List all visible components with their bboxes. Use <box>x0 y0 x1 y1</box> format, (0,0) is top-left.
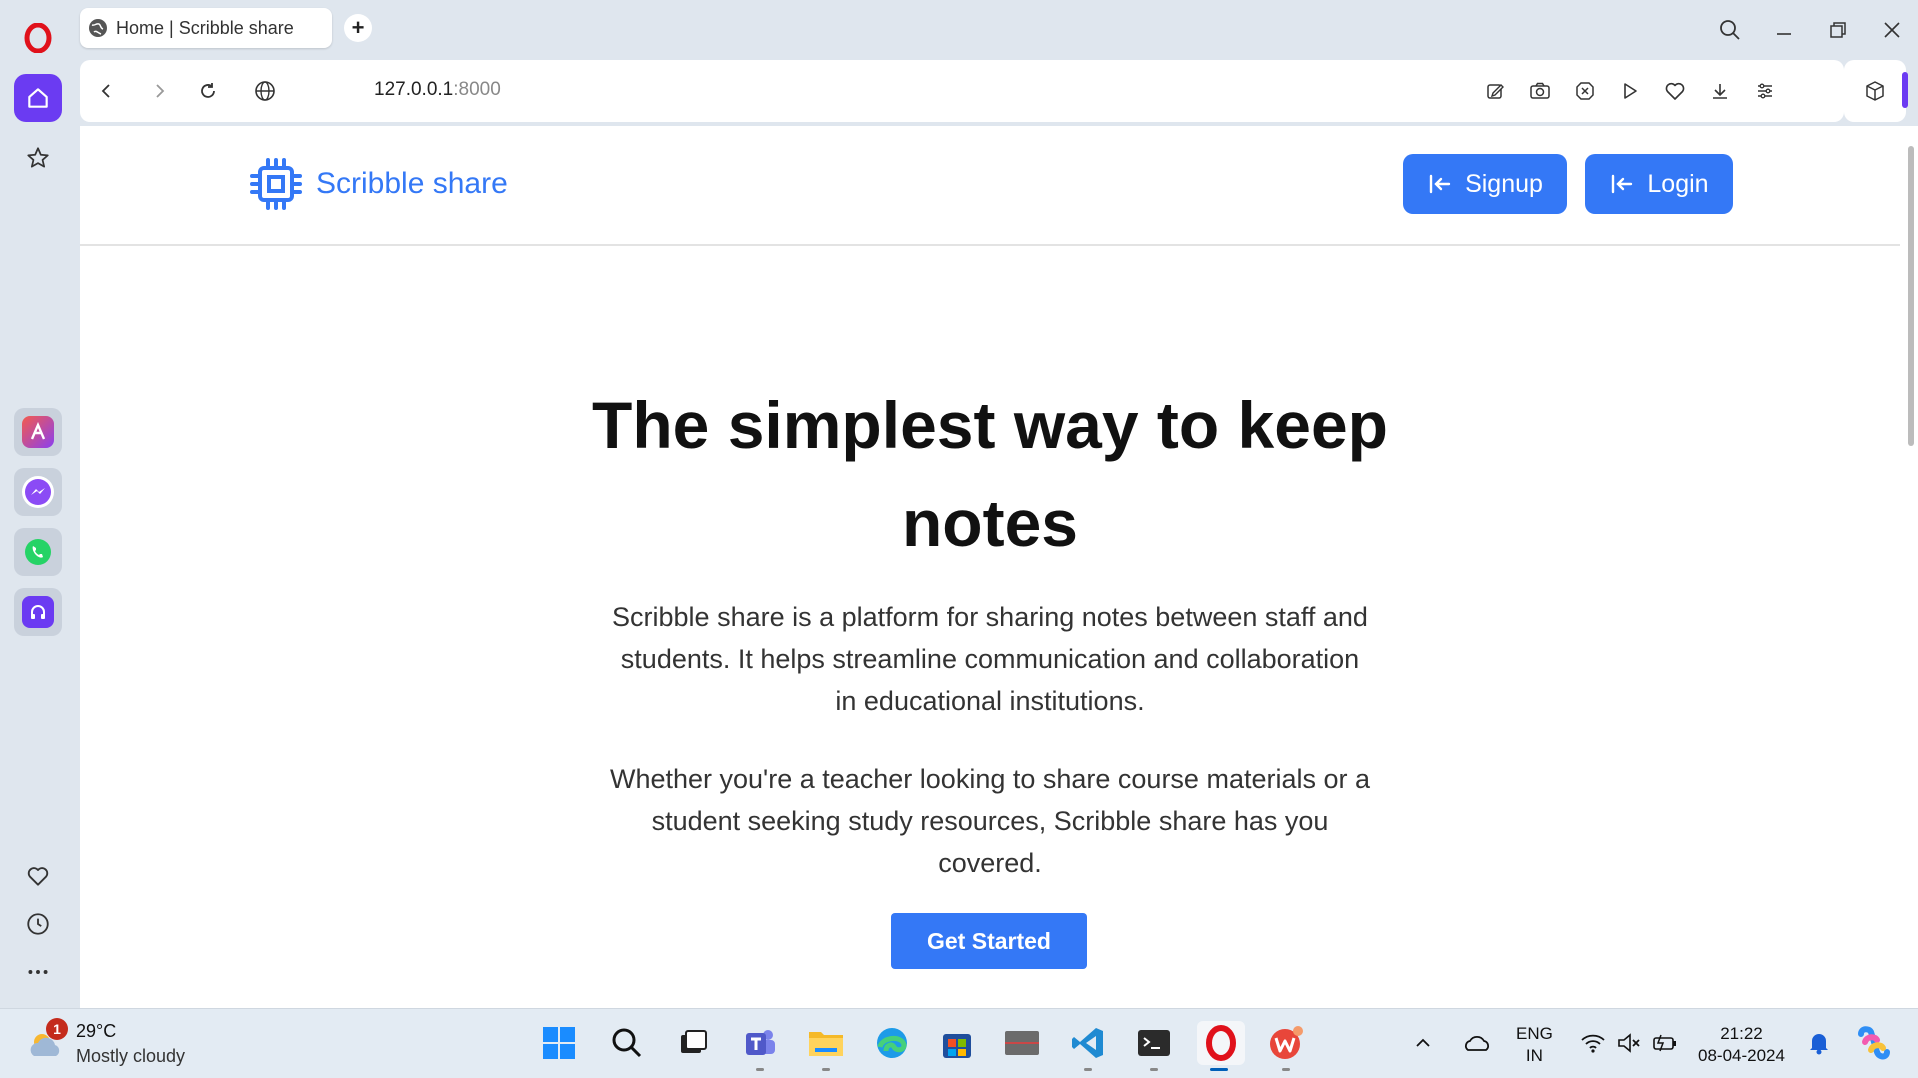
signup-button[interactable]: Signup <box>1403 154 1567 214</box>
weather-alert-badge: 1 <box>46 1018 68 1040</box>
running-indicator <box>1084 1068 1092 1071</box>
edge-icon[interactable] <box>870 1021 914 1065</box>
get-started-button[interactable]: Get Started <box>891 913 1087 969</box>
teams-icon[interactable] <box>738 1021 782 1071</box>
search-icon[interactable] <box>605 1021 649 1065</box>
copilot-icon[interactable] <box>1852 1021 1896 1065</box>
home-icon[interactable] <box>14 74 62 122</box>
search-tabs-icon[interactable] <box>1714 14 1746 46</box>
extensions-cube-icon[interactable] <box>1860 76 1890 106</box>
arrow-bar-left-icon <box>1427 171 1453 197</box>
volume-muted-icon[interactable] <box>1614 1021 1644 1065</box>
edit-page-icon[interactable] <box>1480 76 1510 106</box>
site-info-icon[interactable] <box>250 76 280 106</box>
clock[interactable]: 21:22 08-04-2024 <box>1698 1023 1785 1067</box>
language-code: ENG <box>1516 1024 1553 1043</box>
terminal-app-icon[interactable] <box>1000 1021 1044 1065</box>
hero-text-line: student seeking study resources, Scribbl… <box>651 806 1329 836</box>
hero-text-line: students. It helps streamline communicat… <box>620 644 1360 674</box>
opera-sidebar <box>0 0 74 1008</box>
vscode-icon[interactable] <box>1066 1021 1110 1071</box>
bookmark-heart-icon[interactable] <box>1660 76 1690 106</box>
running-indicator <box>1150 1068 1158 1071</box>
star-icon[interactable] <box>14 134 62 182</box>
download-icon[interactable] <box>1705 76 1735 106</box>
onedrive-icon[interactable] <box>1457 1021 1497 1065</box>
whatsapp-icon[interactable] <box>14 528 62 576</box>
hero-text-line: Whether you're a teacher looking to shar… <box>609 764 1371 794</box>
tab-title: Home | Scribble share <box>116 17 294 38</box>
clock-time: 21:22 <box>1720 1024 1763 1043</box>
language-indicator[interactable]: ENG IN <box>1516 1023 1553 1067</box>
page-viewport: Scribble share Signup Login The simplest… <box>80 126 1918 1008</box>
brand-name: Scribble share <box>316 167 508 200</box>
region-code: IN <box>1525 1046 1543 1065</box>
globe-icon <box>88 18 108 38</box>
opera-taskbar-icon[interactable] <box>1197 1021 1245 1071</box>
arrow-bar-left-icon <box>1609 171 1635 197</box>
weather-temp: 29°C <box>76 1021 117 1041</box>
music-player-icon[interactable] <box>14 588 62 636</box>
chevron-up-icon[interactable] <box>1408 1021 1438 1065</box>
hero-text-line: covered. <box>938 848 1042 878</box>
microsoft-store-icon[interactable] <box>935 1021 979 1065</box>
minimize-icon[interactable] <box>1768 14 1800 46</box>
heart-icon[interactable] <box>14 852 62 900</box>
reload-icon[interactable] <box>193 76 223 106</box>
hero-title-line: notes <box>901 486 1079 560</box>
url-port: :8000 <box>453 79 501 100</box>
battery-charging-icon[interactable] <box>1650 1021 1680 1065</box>
hero-description: Scribble share is a platform for sharing… <box>80 596 1900 722</box>
more-icon[interactable] <box>14 948 62 996</box>
windows-taskbar: 1 29°C Mostly cloudy ENG IN 21:22 08-04-… <box>0 1008 1918 1078</box>
wps-office-icon[interactable] <box>1264 1021 1308 1071</box>
easy-setup-icon[interactable] <box>1750 76 1780 106</box>
login-label: Login <box>1647 169 1709 198</box>
hero-title: The simplest way to keep notes <box>80 376 1900 572</box>
terminal-icon[interactable] <box>1132 1021 1176 1071</box>
running-indicator <box>1282 1068 1290 1071</box>
notification-bell-icon[interactable] <box>1804 1021 1834 1065</box>
cpu-chip-icon <box>250 158 302 210</box>
login-button[interactable]: Login <box>1585 154 1733 214</box>
weather-desc: Mostly cloudy <box>76 1046 186 1066</box>
adblock-icon[interactable] <box>1570 76 1600 106</box>
signup-label: Signup <box>1465 169 1543 198</box>
page-scrollbar[interactable] <box>1902 126 1918 1008</box>
cloudy-icon: 1 <box>24 1018 68 1066</box>
url-host: 127.0.0.1 <box>374 79 454 100</box>
task-view-icon[interactable] <box>671 1021 715 1065</box>
sidebar-accent-indicator <box>1902 72 1908 108</box>
scrollbar-thumb[interactable] <box>1908 146 1914 446</box>
active-indicator <box>1210 1068 1228 1071</box>
url-field[interactable]: 127.0.0.1:8000 <box>374 79 501 101</box>
back-icon[interactable] <box>92 76 122 106</box>
aria-icon[interactable] <box>14 408 62 456</box>
brand-link[interactable]: Scribble share <box>250 158 508 210</box>
hero-subtext: Whether you're a teacher looking to shar… <box>80 758 1900 884</box>
opera-logo[interactable] <box>14 14 62 62</box>
clock-date: 08-04-2024 <box>1698 1046 1785 1065</box>
forward-icon[interactable] <box>144 76 174 106</box>
file-explorer-icon[interactable] <box>804 1021 848 1071</box>
messenger-icon[interactable] <box>14 468 62 516</box>
site-navbar: Scribble share Signup Login <box>80 126 1900 246</box>
running-indicator <box>822 1068 830 1071</box>
camera-icon[interactable] <box>1525 76 1555 106</box>
new-tab-button[interactable]: + <box>344 14 372 42</box>
close-icon[interactable] <box>1876 14 1908 46</box>
windows-start-icon[interactable] <box>537 1021 581 1065</box>
extensions-area <box>1844 60 1906 122</box>
hero-text-line: Scribble share is a platform for sharing… <box>612 602 1368 632</box>
running-indicator <box>756 1068 764 1071</box>
player-icon[interactable] <box>1615 76 1645 106</box>
hero-text-line: in educational institutions. <box>835 686 1145 716</box>
hero-title-line: The simplest way to keep <box>592 388 1388 462</box>
browser-tab[interactable]: Home | Scribble share <box>80 8 332 48</box>
restore-icon[interactable] <box>1822 14 1854 46</box>
wifi-icon[interactable] <box>1578 1021 1608 1065</box>
history-icon[interactable] <box>14 900 62 948</box>
weather-widget[interactable]: 1 29°C Mostly cloudy <box>24 1018 186 1067</box>
address-toolbar: 127.0.0.1:8000 <box>80 60 1904 122</box>
